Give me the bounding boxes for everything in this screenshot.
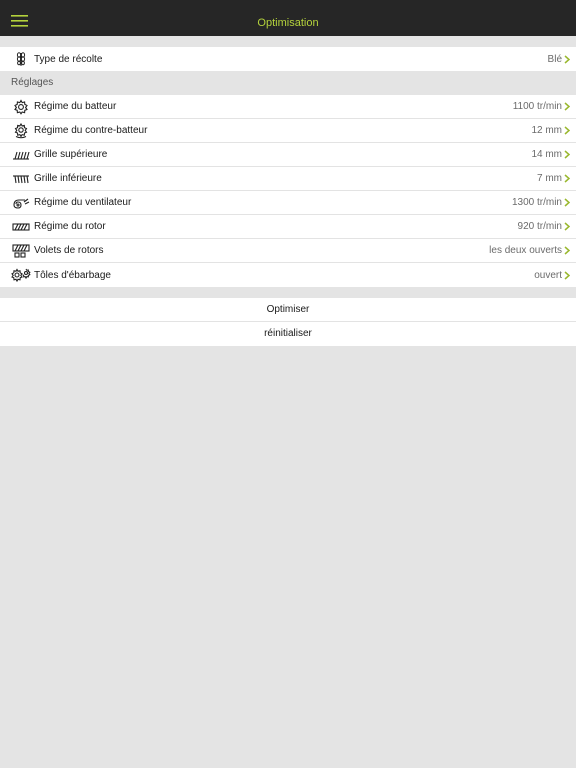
setting-label: Volets de rotors	[34, 245, 104, 256]
lower-sieve-icon	[11, 171, 31, 187]
chevron-right-icon	[564, 102, 572, 112]
setting-value: les deux ouverts	[489, 245, 562, 256]
concave-gear-icon	[11, 122, 31, 139]
setting-label: Tôles d'ébarbage	[34, 269, 111, 281]
setting-value: 1100 tr/min	[512, 101, 562, 112]
chevron-right-icon	[564, 174, 572, 184]
setting-value: ouvert	[534, 269, 562, 281]
list-item[interactable]: Grille supérieure 14 mm	[0, 143, 576, 167]
setting-label: Régime du rotor	[34, 221, 106, 232]
settings-list: Régime du batteur 1100 tr/min Régime du …	[0, 95, 576, 287]
chevron-right-icon	[564, 54, 572, 64]
list-item[interactable]: Régime du batteur 1100 tr/min	[0, 95, 576, 119]
chevron-right-icon	[564, 198, 572, 208]
list-item[interactable]: Tôles d'ébarbage ouvert	[0, 263, 576, 287]
chevron-right-icon	[564, 222, 572, 232]
chevron-right-icon	[564, 126, 572, 136]
list-item[interactable]: Régime du contre-batteur 12 mm	[0, 119, 576, 143]
setting-label: Régime du ventilateur	[34, 197, 132, 208]
list-item[interactable]: Volets de rotors les deux ouverts	[0, 239, 576, 263]
list-item[interactable]: Régime du rotor 920 tr/min	[0, 215, 576, 239]
setting-value: 1300 tr/min	[511, 197, 562, 208]
chevron-right-icon	[564, 150, 572, 160]
crop-type-row[interactable]: Type de récolte Blé	[0, 47, 576, 71]
thresher-gear-icon	[11, 98, 31, 115]
optimize-button[interactable]: Optimiser	[0, 298, 576, 322]
rotor-icon	[11, 219, 31, 235]
setting-value: 920 tr/min	[517, 221, 562, 232]
fan-icon	[11, 195, 31, 211]
rotor-flaps-icon	[11, 243, 31, 259]
setting-label: Régime du batteur	[34, 101, 117, 112]
crop-type-value: Blé	[547, 53, 562, 65]
list-item[interactable]: Régime du ventilateur 1300 tr/min	[0, 191, 576, 215]
crop-type-label: Type de récolte	[34, 53, 103, 65]
wheat-icon	[11, 51, 31, 67]
setting-value: 7 mm	[537, 173, 562, 184]
page-title: Optimisation	[257, 17, 319, 29]
setting-label: Grille inférieure	[34, 173, 102, 184]
reset-button[interactable]: réinitialiser	[0, 322, 576, 346]
list-item[interactable]: Grille inférieure 7 mm	[0, 167, 576, 191]
navigation-bar: Optimisation	[0, 0, 576, 36]
setting-value: 14 mm	[531, 149, 562, 160]
setting-value: 12 mm	[531, 125, 562, 136]
deawning-plates-icon	[11, 267, 31, 283]
upper-sieve-icon	[11, 147, 31, 163]
setting-label: Grille supérieure	[34, 149, 108, 160]
chevron-right-icon	[564, 246, 572, 256]
section-header-settings: Réglages	[11, 77, 54, 88]
chevron-right-icon	[564, 270, 572, 280]
setting-label: Régime du contre-batteur	[34, 125, 148, 136]
